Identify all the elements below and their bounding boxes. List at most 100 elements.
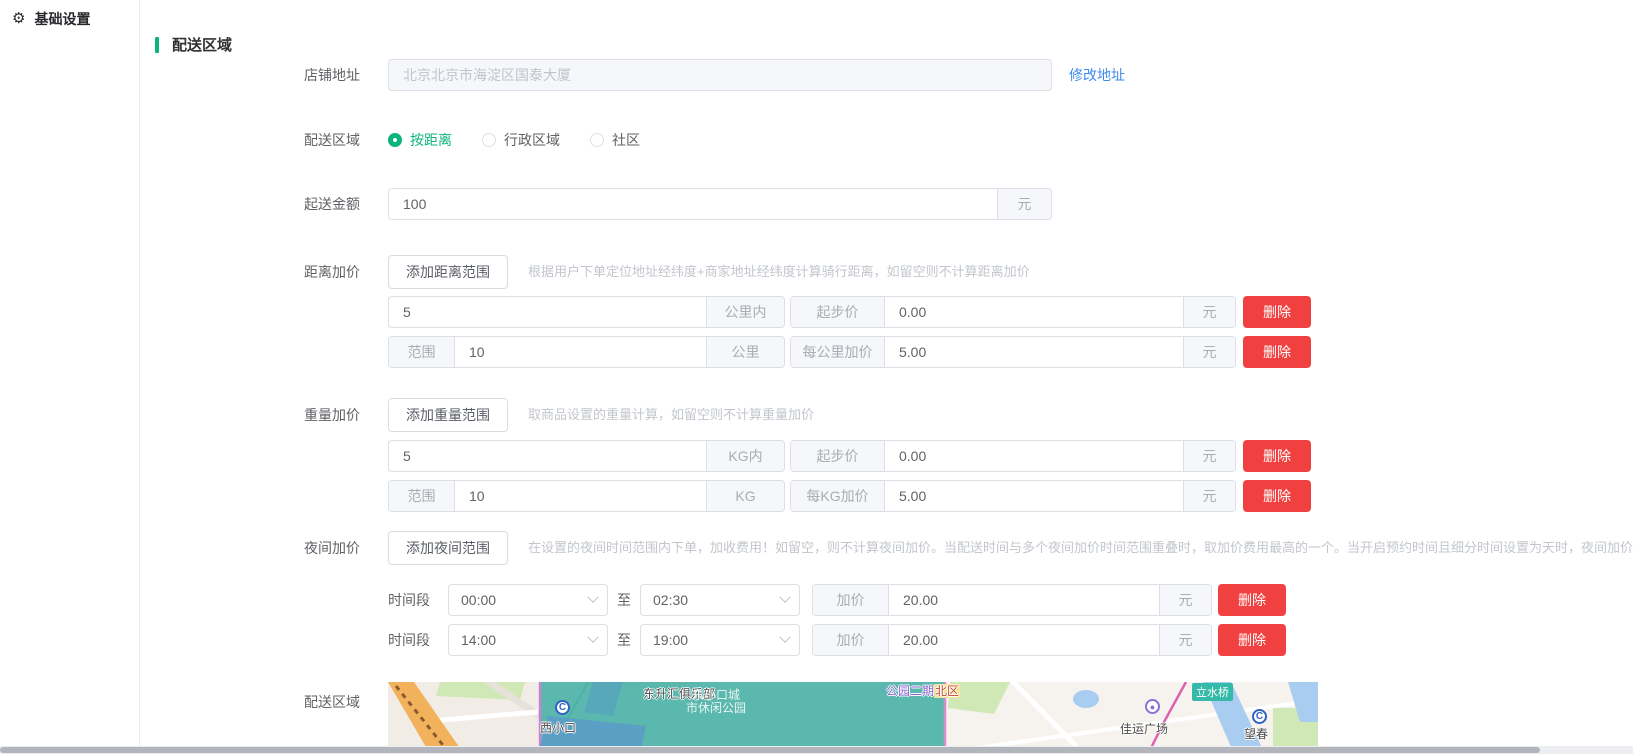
yuan-unit-append: 元 xyxy=(1183,481,1235,511)
distance-hint: 根据用户下单定位地址经纬度+商家地址经纬度计算骑行距离，如留空则不计算距离加价 xyxy=(528,255,1030,289)
add-distance-range-button[interactable]: 添加距离范围 xyxy=(388,255,508,289)
base-price-prepend: 起步价 xyxy=(791,441,885,471)
surcharge-prepend: 加价 xyxy=(813,625,889,655)
store-address-input[interactable] xyxy=(389,60,1051,90)
night-surcharge-label: 夜间加价 xyxy=(150,532,360,564)
yuan-unit-append: 元 xyxy=(1183,441,1235,471)
store-address-label: 店铺地址 xyxy=(150,59,360,91)
radio-unselected-icon xyxy=(590,133,604,147)
delete-button[interactable]: 删除 xyxy=(1218,624,1286,656)
weight-base-price-input[interactable] xyxy=(885,441,1183,471)
delivery-map[interactable]: 东升汇俱乐部 C 西小口 东小口城 市休闲公园 公园二期北区 立水桥 ● 佳运广… xyxy=(388,682,1318,754)
distance-range-input[interactable] xyxy=(455,337,706,367)
min-amount-input[interactable] xyxy=(389,189,997,219)
night-hint: 在设置的夜间时间范围内下单，加收费用！如留空，则不计算夜间加价。当配送时间与多个… xyxy=(528,531,1633,565)
mall-icon: ● xyxy=(1145,699,1160,714)
sidebar-item-label: 基础设置 xyxy=(34,9,90,29)
poi-jiayun: 佳运广场 xyxy=(1120,720,1168,737)
map-area-label: 配送区域 xyxy=(150,686,360,718)
delete-button[interactable]: 删除 xyxy=(1243,480,1311,512)
chevron-down-icon xyxy=(587,632,598,643)
radio-unselected-icon xyxy=(482,133,496,147)
start-time-select[interactable]: 14:00 xyxy=(448,624,608,656)
poi-lishuiqiao-badge: 立水桥 xyxy=(1192,683,1233,701)
section-title: 配送区域 xyxy=(155,34,232,55)
metro-icon: C xyxy=(555,700,570,715)
delete-button[interactable]: 删除 xyxy=(1243,336,1311,368)
night-price-input[interactable] xyxy=(889,585,1159,615)
kg-within-append: KG内 xyxy=(706,441,784,471)
radio-by-district[interactable]: 行政区域 xyxy=(482,130,560,150)
scrollbar-thumb[interactable] xyxy=(0,747,1540,753)
distance-row-2: 范围 公里 每公里加价 元 删除 xyxy=(388,336,1311,368)
weight-limit-input[interactable] xyxy=(389,441,706,471)
range-prepend: 范围 xyxy=(389,337,455,367)
poi-park-phase2: 公园二期北区 xyxy=(886,682,960,699)
km-within-append: 公里内 xyxy=(706,297,784,327)
base-price-input[interactable] xyxy=(885,297,1183,327)
title-accent-bar xyxy=(155,37,159,53)
add-weight-range-button[interactable]: 添加重量范围 xyxy=(388,398,508,432)
sidebar: ⚙ 基础设置 xyxy=(0,0,140,754)
delivery-mode-label: 配送区域 xyxy=(150,124,360,156)
distance-row-1: 公里内 起步价 元 删除 xyxy=(388,296,1311,328)
to-label: 至 xyxy=(617,590,631,610)
night-row-1: 时间段 00:00 至 02:30 加价 元 删除 xyxy=(388,584,1286,616)
map-canvas xyxy=(388,682,1318,754)
end-time-select[interactable]: 02:30 xyxy=(640,584,800,616)
yuan-unit-append: 元 xyxy=(1159,625,1211,655)
start-time-select[interactable]: 00:00 xyxy=(448,584,608,616)
delete-button[interactable]: 删除 xyxy=(1243,296,1311,328)
yuan-unit-append: 元 xyxy=(1183,297,1235,327)
chevron-down-icon xyxy=(587,592,598,603)
yuan-unit-append: 元 xyxy=(1159,585,1211,615)
weight-range-input[interactable] xyxy=(455,481,706,511)
delete-button[interactable]: 删除 xyxy=(1243,440,1311,472)
metro-icon: C xyxy=(1252,709,1267,724)
radio-selected-icon xyxy=(388,133,402,147)
main-content: 配送区域 店铺地址 修改地址 配送区域 按距离 行政区域 社区 xyxy=(141,0,1633,754)
chevron-down-icon xyxy=(779,592,790,603)
time-period-label: 时间段 xyxy=(388,630,440,650)
weight-hint: 取商品设置的重量计算，如留空则不计算重量加价 xyxy=(528,398,814,432)
distance-surcharge-label: 距离加价 xyxy=(150,256,360,288)
night-price-input[interactable] xyxy=(889,625,1159,655)
base-price-prepend: 起步价 xyxy=(791,297,885,327)
end-time-select[interactable]: 19:00 xyxy=(640,624,800,656)
gear-icon: ⚙ xyxy=(12,11,25,27)
sidebar-item-basic-settings[interactable]: ⚙ 基础设置 xyxy=(0,0,139,29)
poi-wangchun: 望春 xyxy=(1244,725,1268,742)
distance-limit-input[interactable] xyxy=(389,297,706,327)
weight-surcharge-label: 重量加价 xyxy=(150,399,360,431)
per-km-price-prepend: 每公里加价 xyxy=(791,337,885,367)
poi-park: 东小口城 市休闲公园 xyxy=(676,689,756,715)
min-amount-group: 元 xyxy=(388,188,1052,220)
per-kg-price-input[interactable] xyxy=(885,481,1183,511)
per-km-price-input[interactable] xyxy=(885,337,1183,367)
delete-button[interactable]: 删除 xyxy=(1218,584,1286,616)
page-title: 配送区域 xyxy=(172,34,232,55)
radio-by-community[interactable]: 社区 xyxy=(590,130,640,150)
night-row-2: 时间段 14:00 至 19:00 加价 元 删除 xyxy=(388,624,1286,656)
add-night-range-button[interactable]: 添加夜间范围 xyxy=(388,531,508,565)
surcharge-prepend: 加价 xyxy=(813,585,889,615)
delivery-mode-options: 按距离 行政区域 社区 xyxy=(388,124,670,156)
per-kg-price-prepend: 每KG加价 xyxy=(791,481,885,511)
edit-address-link[interactable]: 修改地址 xyxy=(1069,65,1125,85)
yuan-unit-append: 元 xyxy=(997,189,1051,219)
radio-by-distance[interactable]: 按距离 xyxy=(388,130,452,150)
kg-append: KG xyxy=(706,481,784,511)
range-prepend: 范围 xyxy=(389,481,455,511)
km-append: 公里 xyxy=(706,337,784,367)
chevron-down-icon xyxy=(779,632,790,643)
yuan-unit-append: 元 xyxy=(1183,337,1235,367)
time-period-label: 时间段 xyxy=(388,590,440,610)
weight-row-1: KG内 起步价 元 删除 xyxy=(388,440,1311,472)
horizontal-scrollbar[interactable] xyxy=(0,746,1633,754)
poi-xixiaokou: 西小口 xyxy=(540,719,576,736)
delivery-settings-page: ⚙ 基础设置 配送区域 店铺地址 修改地址 配送区域 按距离 行政区域 xyxy=(0,0,1633,754)
store-address-group xyxy=(388,59,1052,91)
min-amount-label: 起送金额 xyxy=(150,188,360,220)
weight-row-2: 范围 KG 每KG加价 元 删除 xyxy=(388,480,1311,512)
to-label: 至 xyxy=(617,630,631,650)
